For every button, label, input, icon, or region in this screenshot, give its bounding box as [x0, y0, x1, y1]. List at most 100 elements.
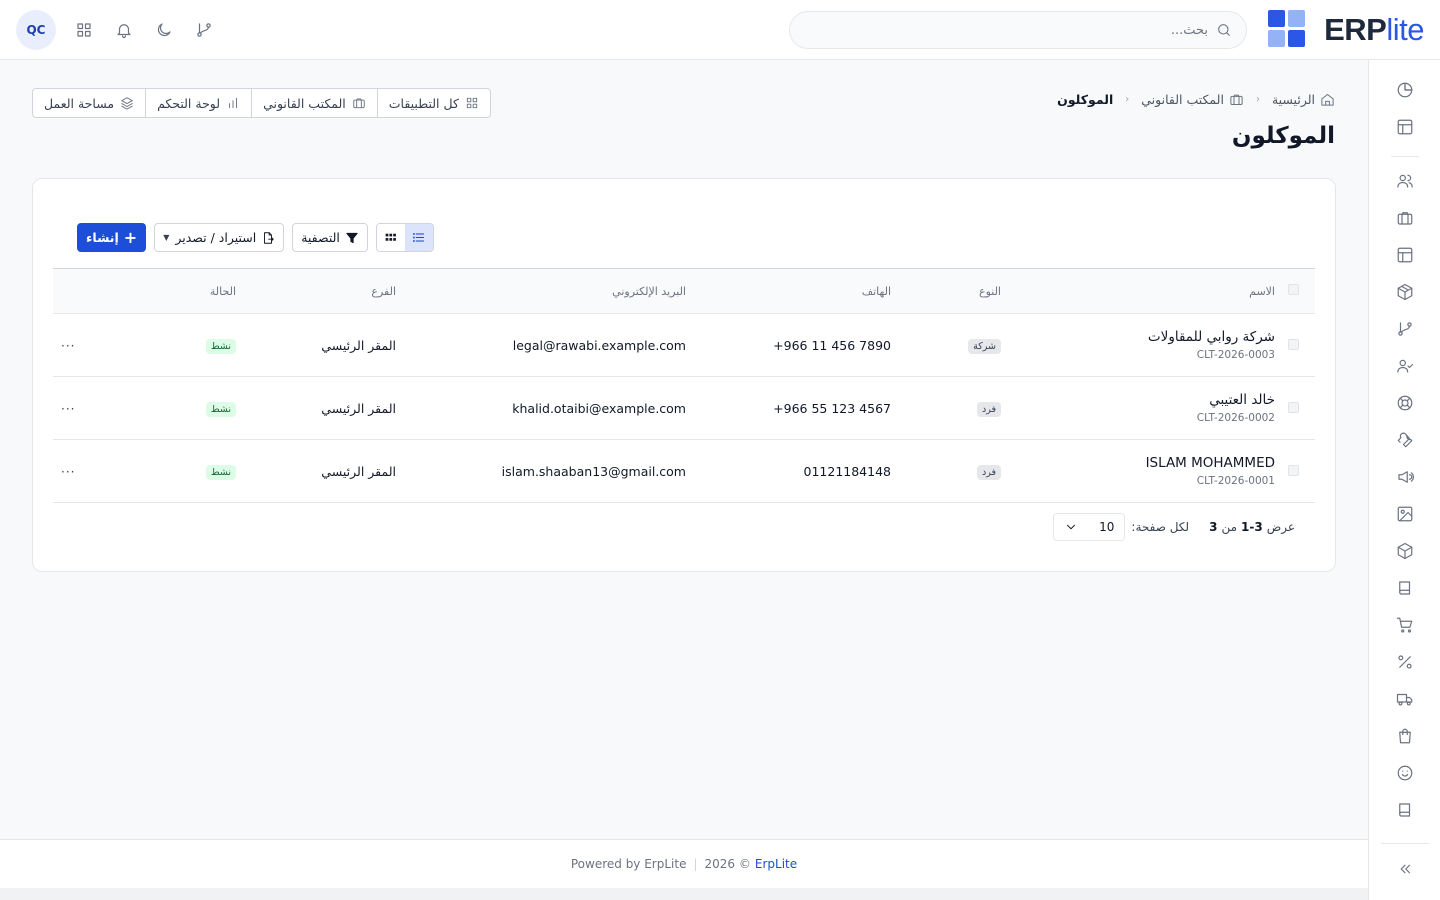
theme-toggle-button[interactable]: [152, 10, 176, 50]
column-type[interactable]: النوع: [891, 269, 1001, 314]
pagination-range: 1-3: [1241, 520, 1263, 534]
column-email[interactable]: البريد الإلكتروني: [396, 269, 686, 314]
chevron-down-icon: [1067, 524, 1076, 530]
list-view-icon: [413, 233, 425, 242]
bar-chart-icon: [229, 97, 238, 109]
users-icon: [1397, 174, 1413, 188]
sidebar-item-inventory[interactable]: [1395, 541, 1415, 561]
grid-icon: [77, 23, 91, 37]
client-email: islam.shaaban13@gmail.com: [501, 463, 686, 479]
column-name[interactable]: الاسم: [1001, 269, 1275, 314]
row-checkbox[interactable]: [1288, 338, 1299, 350]
sidebar-item-sales[interactable]: [1395, 615, 1415, 635]
bell-icon: [117, 24, 131, 39]
briefcase-icon: [1230, 94, 1243, 105]
client-name[interactable]: شركة روابي للمقاولات: [1001, 329, 1275, 345]
select-all-checkbox[interactable]: [1288, 284, 1299, 295]
client-name[interactable]: خالد العتيبي: [1001, 392, 1275, 408]
pie-chart-icon: [1397, 82, 1413, 98]
client-branch: المقر الرئيسي: [321, 400, 396, 416]
import-export-button[interactable]: استيراد / تصدير ▼: [154, 223, 285, 252]
pagination: عرض 1-3 من 3 لكل صفحة: 10: [1053, 513, 1295, 541]
dashboard-button[interactable]: لوحة التحكم: [145, 89, 251, 117]
branch-switch-button[interactable]: [192, 10, 216, 50]
status-badge: نشط: [205, 338, 236, 354]
wrench-icon: [1397, 432, 1413, 448]
search-input[interactable]: [828, 22, 1208, 38]
layout-icon: [1397, 247, 1413, 263]
row-actions-menu-icon[interactable]: ···: [61, 465, 75, 479]
bottom-strip: [0, 888, 1368, 900]
table-row[interactable]: خالد العتيبي CLT-2026-0002 فرد +966 55 1…: [53, 377, 1315, 440]
all-apps-button[interactable]: كل التطبيقات: [376, 89, 490, 117]
footer-powered: Powered by ErpLite: [570, 857, 687, 871]
logo[interactable]: ERPlite: [1268, 10, 1424, 48]
table-row[interactable]: ISLAM MOHAMMED CLT-2026-0001 فرد 0112118…: [53, 440, 1315, 503]
sidebar-item-reports[interactable]: [1395, 80, 1415, 100]
row-actions-menu-icon[interactable]: ···: [61, 402, 75, 416]
sidebar-item-accounting[interactable]: [1395, 578, 1415, 598]
client-email: legal@rawabi.example.com: [512, 337, 686, 353]
client-phone: +966 55 123 4567: [773, 400, 891, 416]
clients-card: + إنشاء استيراد / تصدير ▼ التصفية الاسم: [32, 178, 1336, 572]
type-badge: فرد: [976, 401, 1001, 417]
column-phone[interactable]: الهاتف: [686, 269, 891, 314]
sidebar-item-maintenance[interactable]: [1395, 430, 1415, 450]
grid-view-button[interactable]: [376, 224, 405, 251]
status-badge: نشط: [205, 401, 236, 417]
list-view-button[interactable]: [404, 224, 433, 251]
search-box[interactable]: [789, 11, 1247, 49]
footer-separator: |: [693, 857, 698, 871]
client-name[interactable]: ISLAM MOHAMMED: [1001, 455, 1275, 471]
sidebar-item-media[interactable]: [1395, 504, 1415, 524]
cart-icon: [1396, 617, 1413, 633]
column-branch[interactable]: الفرع: [236, 269, 396, 314]
legal-office-button[interactable]: المكتب القانوني: [251, 89, 377, 117]
breadcrumb-legal-office[interactable]: المكتب القانوني: [1141, 92, 1244, 107]
sidebar-item-shipping[interactable]: [1395, 689, 1415, 709]
sidebar-item-marketing[interactable]: [1395, 467, 1415, 487]
notifications-button[interactable]: [112, 10, 136, 50]
book-icon: [1399, 581, 1411, 595]
page-title: الموكلون: [1231, 123, 1335, 149]
avatar[interactable]: QC: [16, 10, 56, 50]
filter-button[interactable]: التصفية: [292, 223, 368, 252]
sidebar-item-taxes[interactable]: [1395, 652, 1415, 672]
table-row[interactable]: شركة روابي للمقاولات CLT-2026-0003 شركة …: [53, 314, 1315, 377]
column-actions: [53, 269, 126, 314]
sidebar-item-purchases[interactable]: [1395, 726, 1415, 746]
sidebar-divider: [1391, 156, 1419, 157]
sidebar-item-users[interactable]: [1395, 171, 1415, 191]
logo-text: ERPlite: [1324, 11, 1424, 47]
sidebar-item-library[interactable]: [1395, 800, 1415, 820]
workspace-button[interactable]: مساحة العمل: [33, 89, 145, 117]
type-badge: شركة: [968, 338, 1001, 354]
truck-icon: [1396, 693, 1413, 706]
row-actions-menu-icon[interactable]: ···: [61, 339, 75, 353]
pagination-of-label: من: [1221, 520, 1238, 534]
breadcrumb-separator: ‹: [1255, 94, 1260, 105]
percent-icon: [1398, 655, 1412, 669]
row-checkbox[interactable]: [1288, 464, 1299, 476]
sidebar-item-layout[interactable]: [1395, 245, 1415, 265]
sidebar-item-dashboard[interactable]: [1395, 117, 1415, 137]
search-icon: [1218, 24, 1230, 36]
sidebar-item-support[interactable]: [1395, 393, 1415, 413]
collapse-icon: [1400, 864, 1411, 874]
breadcrumb-home[interactable]: الرئيسية: [1272, 92, 1335, 107]
book-icon: [1399, 803, 1411, 817]
row-checkbox[interactable]: [1288, 401, 1299, 413]
table-header-row: الاسم النوع الهاتف البريد الإلكتروني الف…: [53, 268, 1315, 314]
logo-mark-icon: [1268, 10, 1306, 48]
footer-brand-link[interactable]: ErpLite: [755, 857, 797, 871]
sidebar-collapse-button[interactable]: [1395, 859, 1415, 879]
create-button[interactable]: + إنشاء: [77, 223, 147, 252]
sidebar-item-products[interactable]: [1395, 282, 1415, 302]
sidebar-item-branches[interactable]: [1395, 319, 1415, 339]
sidebar-item-customers[interactable]: [1395, 763, 1415, 783]
apps-grid-button[interactable]: [72, 10, 96, 50]
column-status[interactable]: الحالة: [126, 269, 236, 314]
sidebar-item-legal[interactable]: [1395, 208, 1415, 228]
sidebar-item-employees[interactable]: [1395, 356, 1415, 376]
per-page-select[interactable]: 10: [1053, 513, 1126, 541]
